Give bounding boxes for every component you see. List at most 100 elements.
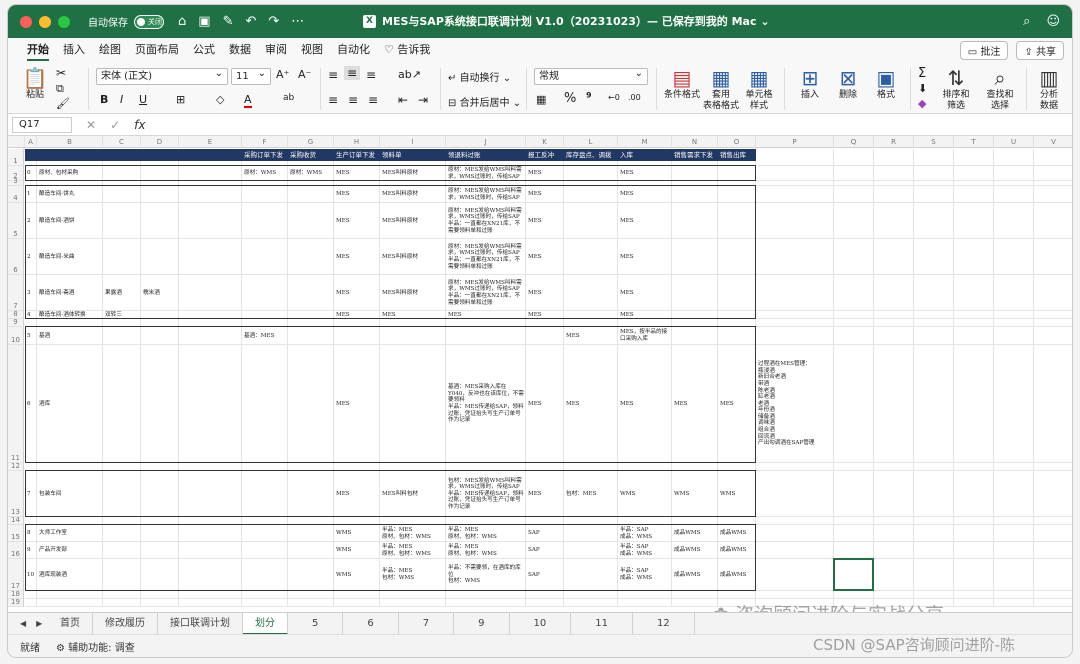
sheet-tab-plan[interactable]: 接口联调计划 — [158, 612, 243, 635]
header-cell-H[interactable]: 生产订单下发 — [334, 149, 380, 161]
row-header-7[interactable]: 7 — [8, 275, 24, 311]
cell-J17[interactable]: 半品：不需要领，在酒库的库位 包材：WMS — [446, 559, 526, 591]
column-header-J[interactable]: J — [446, 136, 526, 148]
cell-I13[interactable]: MES叫料包材 — [380, 471, 446, 517]
name-box[interactable]: Q17 — [12, 116, 72, 133]
cell-M15[interactable]: 半品：SAP 成品：WMS — [618, 525, 672, 542]
row-header-5[interactable]: 5 — [8, 203, 24, 239]
cell-F10[interactable]: 基酒：MES — [242, 327, 288, 345]
tab-view[interactable]: 视图 — [294, 38, 330, 62]
bold-icon[interactable]: B — [100, 93, 108, 106]
cell-B10[interactable]: 基酒 — [37, 327, 103, 345]
row-header-10[interactable]: 10 — [8, 327, 24, 345]
cell-J15[interactable]: 半品：MES 原材、包材：WMS — [446, 525, 526, 542]
document-title[interactable]: X MES与SAP系统接口联调计划 V1.0（20231023）— 已保存到我的… — [363, 5, 770, 38]
column-header-R[interactable]: R — [874, 136, 914, 148]
conditional-format-button[interactable]: ▤ 条件格式 — [662, 66, 702, 101]
phonetic-icon[interactable]: ab — [283, 93, 294, 103]
cell-N17[interactable]: 成品WMS — [672, 559, 718, 591]
cell-B5[interactable]: 酿造车间-酒饼 — [37, 203, 103, 239]
cell-I15[interactable]: 半品：MES 原材、包材：WMS — [380, 525, 446, 542]
select-all-corner[interactable] — [8, 136, 25, 148]
format-painter-icon[interactable]: 🖌 — [56, 97, 70, 110]
formula-input[interactable] — [155, 115, 1072, 135]
shrink-font-icon[interactable]: A⁻ — [298, 68, 311, 81]
cell-M8[interactable]: MES — [618, 311, 672, 319]
cell-N16[interactable]: 成品WMS — [672, 542, 718, 559]
fill-color-icon[interactable]: ◇ — [216, 93, 224, 106]
find-select-button[interactable]: ⌕ 查找和 选择 — [980, 66, 1020, 112]
cell-K6[interactable]: MES — [526, 239, 564, 275]
tab-formulas[interactable]: 公式 — [186, 38, 222, 62]
column-header-V[interactable]: V — [1034, 136, 1072, 148]
column-header-E[interactable]: E — [179, 136, 242, 148]
comments-button[interactable]: ▭ 批注 — [959, 40, 1009, 60]
column-header-F[interactable]: F — [242, 136, 288, 148]
cell-H7[interactable]: MES — [334, 275, 380, 311]
cell-styles-button[interactable]: ▦ 单元格 样式 — [742, 66, 776, 112]
analyze-data-button[interactable]: ▥ 分析 数据 — [1030, 66, 1068, 112]
spreadsheet-grid[interactable]: A B C D E F G H I J K L M N O P Q R S T U V 1 2 3 4 5 6 7 8 9 10 11 12 13 1… — [8, 136, 1072, 612]
cell-L13[interactable]: 包材：MES — [564, 471, 618, 517]
font-size-select[interactable]: 11 — [231, 66, 271, 85]
tab-automate[interactable]: 自动化 — [330, 38, 377, 62]
cell-B2[interactable]: 原材、包材采购 — [37, 166, 103, 181]
format-cells-button[interactable]: ▣ 格式 — [868, 66, 904, 101]
sort-filter-button[interactable]: ⇅ 排序和 筛选 — [938, 66, 974, 112]
comma-icon[interactable]: ⁹ — [586, 91, 592, 106]
cell-J4[interactable]: 原材：MES发给WMS叫料需求，WMS过账时，传给SAP — [446, 186, 526, 203]
header-cell-M[interactable]: 入库 — [618, 149, 672, 161]
cell-M5[interactable]: MES — [618, 203, 672, 239]
cell-A4[interactable]: 1 — [25, 186, 37, 203]
cell-A16[interactable]: 9 — [25, 542, 37, 559]
cell-L11[interactable]: MES — [564, 345, 618, 463]
underline-icon[interactable]: U — [139, 93, 147, 106]
selected-cell-Q17[interactable] — [833, 558, 874, 591]
cell-J13[interactable]: 包材：MES发给WMS叫料需求，WMS过账时，传给SAP 半品：MES传递给SA… — [446, 471, 526, 517]
enter-icon[interactable]: ✓ — [110, 118, 120, 132]
borders-icon[interactable]: ⊞ — [176, 93, 185, 106]
cell-F2[interactable]: 原材：WMS — [242, 166, 288, 181]
row-header-1[interactable]: 1 — [8, 149, 24, 166]
cell-B6[interactable]: 酿造车间-米曲 — [37, 239, 103, 275]
align-bottom-icon[interactable]: ≡ — [366, 68, 376, 82]
row-header-12[interactable]: 12 — [8, 462, 24, 471]
grow-font-icon[interactable]: A⁺ — [276, 68, 289, 81]
row-header-9[interactable]: 9 — [8, 318, 24, 327]
cell-H11[interactable]: MES — [334, 345, 380, 463]
cell-K7[interactable]: MES — [526, 275, 564, 311]
cell-O16[interactable]: 成品WMS — [718, 542, 756, 559]
cell-H8[interactable]: MES — [334, 311, 380, 319]
paste-button[interactable]: 📋 粘贴 — [18, 66, 52, 101]
column-header-I[interactable]: I — [380, 136, 446, 148]
align-left-icon[interactable]: ≡ — [328, 93, 338, 107]
cell-H4[interactable]: MES — [334, 186, 380, 203]
cell-P11[interactable]: 过程酒在MES管理： 瓶浸酒 新旧合老酒 带酒 陈老酒 缸老酒 老酒 年份酒 储… — [756, 345, 844, 463]
cell-O15[interactable]: 成品WMS — [718, 525, 756, 542]
cell-I7[interactable]: MES叫料原材 — [380, 275, 446, 311]
share-button[interactable]: ⇪ 共享 — [1016, 40, 1064, 60]
cell-H2[interactable]: MES — [334, 166, 380, 181]
cell-J16[interactable]: 半品：MES 原材、包材：WMS — [446, 542, 526, 559]
column-header-B[interactable]: B — [37, 136, 103, 148]
column-header-P[interactable]: P — [756, 136, 834, 148]
wrap-text-button[interactable]: ↵ 自动换行 ⌄ — [448, 69, 511, 84]
cell-M17[interactable]: 半品：SAP 成品：WMS — [618, 559, 672, 591]
clear-icon[interactable]: ◆ — [918, 97, 926, 110]
delete-cells-button[interactable]: ⊠ 删除 — [830, 66, 866, 101]
cell-K2[interactable]: MES — [526, 166, 564, 181]
cell-M7[interactable]: MES — [618, 275, 672, 311]
cell-B11[interactable]: 酒库 — [37, 345, 103, 463]
align-center-icon[interactable]: ≡ — [348, 93, 358, 107]
column-header-G[interactable]: G — [288, 136, 334, 148]
row-header-14[interactable]: 14 — [8, 516, 24, 525]
cell-H17[interactable]: WMS — [334, 559, 380, 591]
column-header-N[interactable]: N — [672, 136, 718, 148]
save-as-icon[interactable]: ✎ — [223, 14, 234, 29]
cell-H13[interactable]: MES — [334, 471, 380, 517]
sheet-tab-history[interactable]: 修改履历 — [93, 612, 158, 635]
cell-A5[interactable]: 2 — [25, 203, 37, 239]
align-top-icon[interactable]: ≡ — [328, 68, 338, 82]
column-header-M[interactable]: M — [618, 136, 672, 148]
column-header-H[interactable]: H — [334, 136, 380, 148]
